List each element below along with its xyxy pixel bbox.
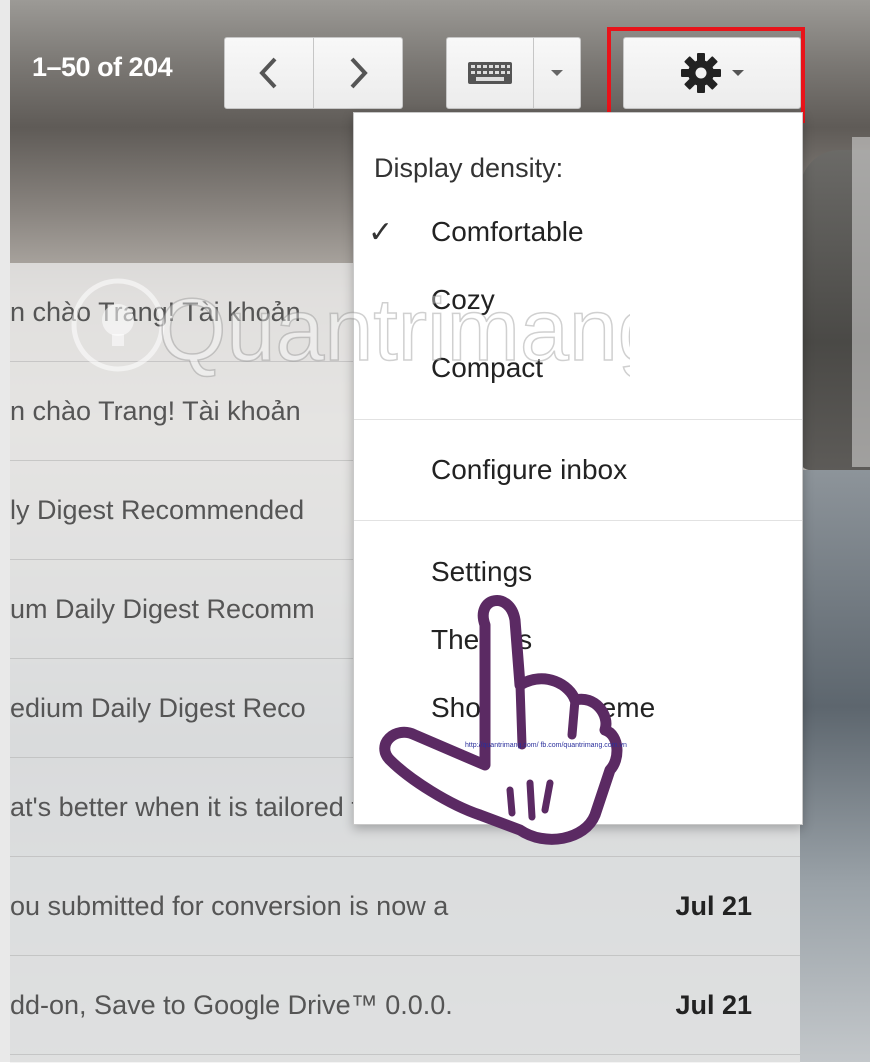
menu-item-label: Settings [431, 556, 533, 587]
email-subject: dd-on, Save to Google Drive™ 0.0.0. [10, 990, 453, 1020]
previous-page-button[interactable] [224, 37, 314, 109]
email-row[interactable]: ou submitted for conversion is now a Jul… [10, 857, 800, 956]
background-sea [800, 470, 870, 1062]
quantrimang-watermark: Quantrimang [71, 278, 630, 380]
watermark-text: Quantrimang [158, 280, 630, 379]
watermark-url: http://quantrimang.com/ fb.com/quantrima… [465, 742, 627, 749]
email-row[interactable]: dd-on, Save to Google Drive™ 0.0.0. Jul … [10, 956, 800, 1055]
side-pane [852, 137, 870, 467]
display-density-heading: Display density: [374, 153, 564, 183]
checkmark-icon: ✓ [368, 216, 394, 249]
menu-divider [354, 520, 802, 521]
pagination-count: 1–50 of 204 [32, 52, 173, 82]
pointing-hand-icon: http://quantrimang.com/ fb.com/quantrima… [379, 595, 627, 845]
keyboard-icon [468, 62, 512, 84]
caret-down-icon [551, 70, 563, 76]
chevron-left-icon [259, 57, 277, 89]
menu-divider [354, 419, 802, 420]
inbox-toolbar: 1–50 of 204 [0, 0, 870, 130]
email-subject: ou submitted for conversion is now a [10, 891, 449, 921]
lightbulb-icon [102, 304, 134, 346]
input-tools-button[interactable] [446, 37, 534, 109]
input-tools-dropdown-button[interactable] [533, 37, 581, 109]
menu-item-configure-inbox[interactable]: Configure inbox [354, 441, 802, 501]
email-date: Jul 21 [675, 990, 752, 1020]
email-date: Jul 21 [675, 891, 752, 921]
chevron-right-icon [350, 57, 368, 89]
menu-item-label: Comfortable [431, 216, 584, 247]
left-edge [0, 0, 10, 1062]
next-page-button[interactable] [313, 37, 403, 109]
menu-item-label: Configure inbox [431, 454, 628, 485]
menu-item-comfortable[interactable]: ✓ Comfortable [354, 203, 802, 263]
highlight-annotation-box [607, 27, 805, 123]
